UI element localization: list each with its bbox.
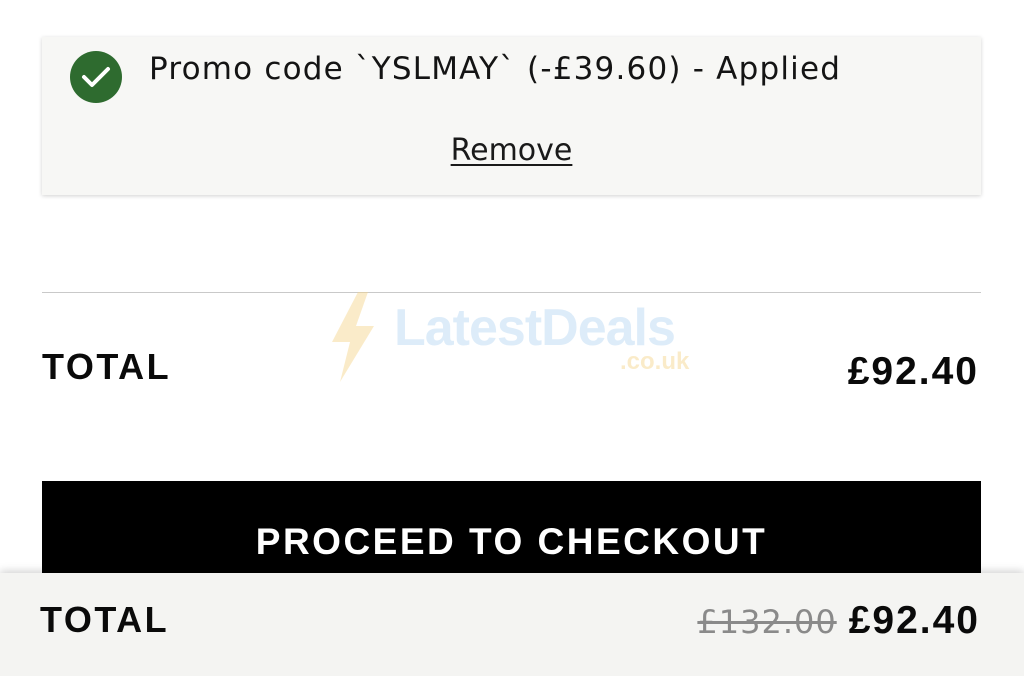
watermark-subtext: .co.uk (620, 348, 690, 375)
remove-promo-link[interactable]: Remove (451, 133, 573, 168)
checkout-button-label: PROCEED TO CHECKOUT (255, 521, 768, 562)
remove-promo-container: Remove (42, 133, 981, 168)
sticky-total-label: TOTAL (40, 599, 170, 640)
promo-code-banner: Promo code `YSLMAY` (-£39.60) - Applied … (42, 37, 981, 195)
promo-applied-message: Promo code `YSLMAY` (-£39.60) - Applied (149, 51, 842, 87)
original-price: £132.00 (697, 603, 837, 641)
sticky-prices: £132.00 £92.40 (697, 599, 980, 643)
discounted-price: £92.40 (848, 599, 980, 642)
total-label: TOTAL (42, 346, 172, 387)
latestdeals-watermark: LatestDeals .co.uk (328, 290, 708, 385)
check-circle-icon (70, 51, 122, 103)
lightning-bolt-icon (332, 292, 374, 382)
sticky-total-bar: TOTAL £132.00 £92.40 (0, 573, 1024, 676)
total-value: £92.40 (847, 350, 979, 393)
